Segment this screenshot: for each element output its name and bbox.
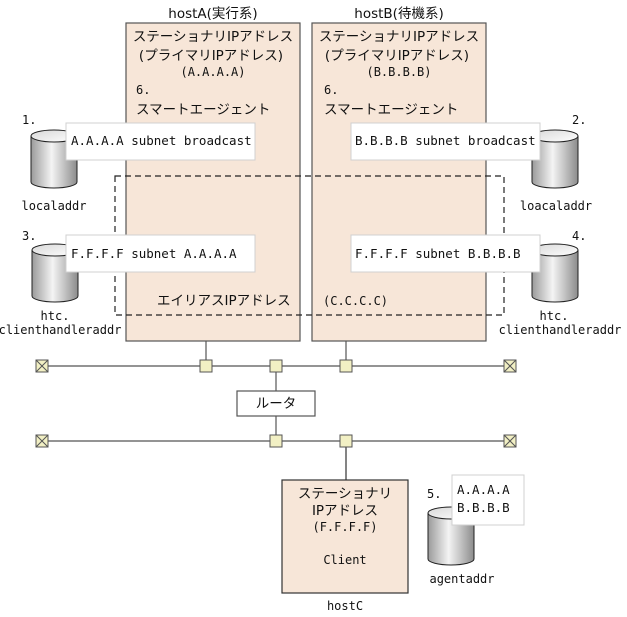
router: ルータ	[236, 390, 316, 417]
file-1-content-line: A.A.A.A subnet broadcast	[71, 133, 252, 148]
node-host-a	[199, 359, 213, 373]
file-5-name: agentaddr	[429, 572, 494, 586]
file-3-name-line1: htc.	[41, 309, 70, 323]
host-b: hostB(待機系) ステーショナリIPアドレス (プライマリIPアドレス) (…	[311, 6, 487, 342]
file-5-content-line-1: A.A.A.A	[457, 482, 510, 497]
network: ルータ	[35, 341, 517, 480]
file-4-name-line1: htc.	[540, 309, 569, 323]
terminator-icon	[35, 359, 49, 373]
host-a: hostA(実行系) ステーショナリIPアドレス (プライマリIPアドレス) (…	[125, 6, 301, 342]
router-label: ルータ	[256, 396, 297, 412]
node-router-lower	[269, 434, 283, 448]
host-a-stationary-ip-label: ステーショナリIPアドレス	[133, 29, 293, 45]
file-2-content-line: B.B.B.B subnet broadcast	[355, 133, 536, 148]
host-b-smart-agent: スマートエージェント	[324, 102, 458, 118]
host-c-title: hostC	[327, 599, 363, 613]
host-b-step: 6.	[324, 83, 338, 97]
host-b-title: hostB(待機系)	[354, 6, 443, 22]
host-a-primary-ip-label: (プライマリIPアドレス)	[139, 48, 283, 64]
host-c-client: Client	[323, 553, 366, 567]
file-5-step: 5.	[427, 487, 441, 501]
node-host-c	[339, 434, 353, 448]
host-a-step: 6.	[136, 83, 150, 97]
terminator-icon	[503, 434, 517, 448]
host-a-title: hostA(実行系)	[168, 6, 257, 22]
host-a-address: (A.A.A.A)	[180, 65, 245, 79]
host-b-stationary-ip-label: ステーショナリIPアドレス	[319, 29, 479, 45]
terminator-icon	[35, 434, 49, 448]
network-diagram: hostA(実行系) ステーショナリIPアドレス (プライマリIPアドレス) (…	[0, 6, 622, 613]
host-c-ip-label: IPアドレス	[312, 503, 378, 519]
file-2-step: 2.	[572, 113, 586, 127]
node-host-b	[339, 359, 353, 373]
host-b-address: (B.B.B.B)	[366, 65, 431, 79]
file-4-name-line2: clienthandleraddr	[499, 323, 622, 337]
file-1-step: 1.	[22, 113, 36, 127]
file-4-content-line: F.F.F.F subnet B.B.B.B	[355, 246, 521, 261]
host-a-smart-agent: スマートエージェント	[136, 102, 270, 118]
file-2-name: loacaladdr	[520, 199, 592, 213]
alias-ip-label: エイリアスIPアドレス	[157, 293, 291, 309]
alias-ip-address: (C.C.C.C)	[323, 294, 388, 308]
host-c: ステーショナリ IPアドレス (F.F.F.F) Client hostC	[281, 479, 409, 613]
file-5-content-line-2: B.B.B.B	[457, 500, 510, 515]
terminator-icon	[503, 359, 517, 373]
host-b-primary-ip-label: (プライマリIPアドレス)	[325, 48, 469, 64]
file-3-name-line2: clienthandleraddr	[0, 323, 121, 337]
file-3-content-line: F.F.F.F subnet A.A.A.A	[71, 246, 237, 261]
host-c-stationary-label: ステーショナリ	[298, 486, 392, 502]
file-1-name: localaddr	[21, 199, 86, 213]
file-3-step: 3.	[22, 229, 36, 243]
host-c-address: (F.F.F.F)	[312, 520, 377, 534]
file-4-step: 4.	[572, 229, 586, 243]
node-router-upper	[269, 359, 283, 373]
